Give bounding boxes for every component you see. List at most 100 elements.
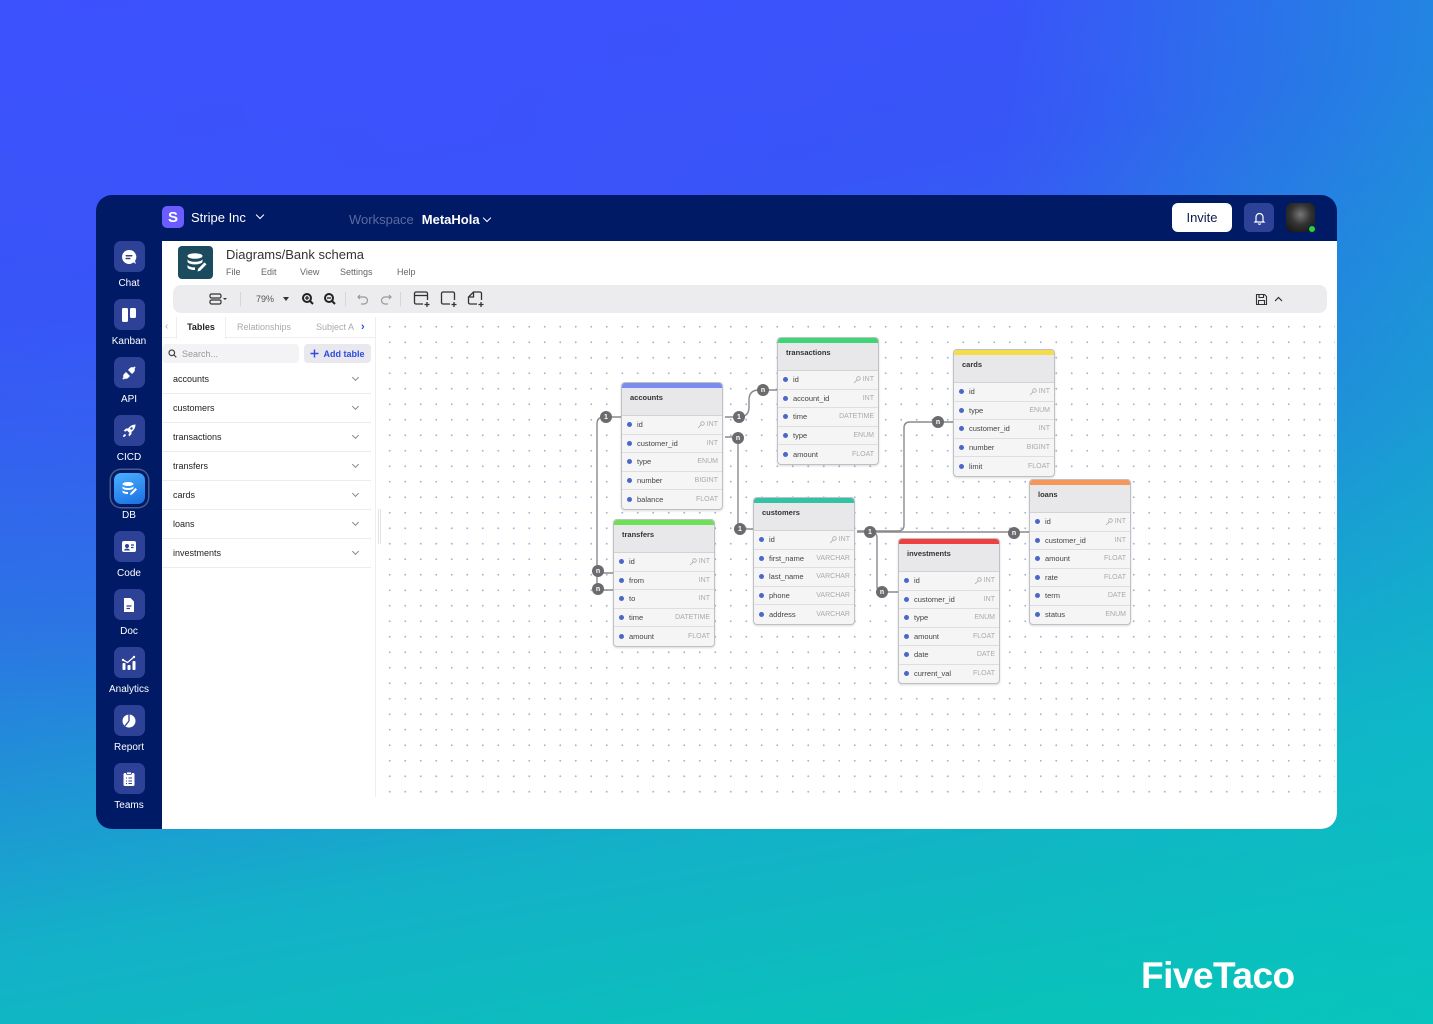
er-field-row[interactable]: rate FLOAT — [1030, 569, 1130, 587]
field-handle-dot[interactable] — [1035, 593, 1040, 599]
table-list-item[interactable]: accounts — [162, 365, 371, 394]
er-table-transactions[interactable]: transactions id INT account_id INT time DATETI… — [777, 337, 879, 465]
field-handle-dot[interactable] — [1035, 519, 1040, 525]
field-handle-dot[interactable] — [627, 422, 632, 428]
er-field-row[interactable]: amount FLOAT — [1030, 550, 1130, 569]
field-handle-dot[interactable] — [759, 537, 764, 543]
nav-item-chat[interactable]: Chat — [96, 241, 162, 289]
user-avatar[interactable] — [1286, 203, 1316, 233]
field-handle-dot[interactable] — [959, 463, 964, 469]
chevron-down-icon[interactable] — [351, 547, 360, 556]
field-handle-dot[interactable] — [959, 407, 964, 413]
field-handle-dot[interactable] — [627, 459, 632, 465]
field-handle-dot[interactable] — [1035, 537, 1040, 543]
er-field-row[interactable]: id INT — [778, 371, 878, 390]
er-field-row[interactable]: customer_id INT — [899, 591, 999, 609]
er-field-row[interactable]: status ENUM — [1030, 606, 1130, 625]
er-field-row[interactable]: first_name VARCHAR — [754, 550, 854, 568]
er-field-row[interactable]: type ENUM — [778, 427, 878, 445]
field-handle-dot[interactable] — [783, 377, 788, 383]
field-handle-dot[interactable] — [959, 426, 964, 432]
nav-item-report[interactable]: Report — [96, 705, 162, 753]
chevron-down-icon[interactable] — [351, 518, 360, 527]
er-field-row[interactable]: phone VARCHAR — [754, 587, 854, 605]
er-table-investments[interactable]: investments id INT customer_id INT type ENUM am… — [898, 538, 1000, 684]
nav-item-analytics[interactable]: Analytics — [96, 647, 162, 695]
tab-subject-areas[interactable]: Subject Areas — [316, 317, 354, 338]
field-handle-dot[interactable] — [759, 592, 764, 598]
nav-item-api[interactable]: API — [96, 357, 162, 405]
er-field-row[interactable]: last_name VARCHAR — [754, 568, 854, 587]
er-field-row[interactable]: customer_id INT — [954, 420, 1054, 439]
field-handle-dot[interactable] — [759, 555, 764, 561]
er-field-row[interactable]: current_val FLOAT — [899, 665, 999, 684]
field-handle-dot[interactable] — [904, 671, 909, 677]
field-handle-dot[interactable] — [959, 444, 964, 450]
er-field-row[interactable]: id INT — [614, 553, 714, 572]
nav-item-code[interactable]: Code — [96, 531, 162, 579]
er-field-row[interactable]: address VARCHAR — [754, 605, 854, 624]
field-handle-dot[interactable] — [1035, 574, 1040, 580]
er-field-row[interactable]: from INT — [614, 572, 714, 590]
nav-item-kanban[interactable]: Kanban — [96, 299, 162, 347]
add-table-tool-button[interactable] — [413, 290, 431, 308]
field-handle-dot[interactable] — [619, 633, 624, 639]
field-handle-dot[interactable] — [627, 477, 632, 483]
er-field-row[interactable]: time DATETIME — [778, 408, 878, 427]
er-field-row[interactable]: balance FLOAT — [622, 490, 722, 509]
field-handle-dot[interactable] — [904, 578, 909, 584]
add-note-tool-button[interactable] — [467, 290, 485, 308]
er-table-cards[interactable]: cards id INT type ENUM customer_id INT number BI… — [953, 349, 1055, 477]
table-list-item[interactable]: cards — [162, 481, 371, 510]
tab-relationships[interactable]: Relationships — [237, 317, 307, 338]
nav-item-doc[interactable]: Doc — [96, 589, 162, 637]
tabs-scroll-right-button[interactable]: › — [361, 317, 371, 338]
chevron-down-icon[interactable] — [351, 402, 360, 411]
er-field-row[interactable]: number BIGINT — [622, 472, 722, 490]
add-table-button[interactable]: Add table — [304, 344, 371, 363]
chevron-down-icon[interactable] — [351, 460, 360, 469]
field-handle-dot[interactable] — [904, 633, 909, 639]
save-button[interactable] — [1255, 290, 1268, 308]
zoom-in-button[interactable] — [302, 290, 314, 308]
er-field-row[interactable]: id INT — [954, 383, 1054, 402]
er-field-row[interactable]: account_id INT — [778, 390, 878, 408]
table-list-item[interactable]: transactions — [162, 423, 371, 452]
notifications-button[interactable] — [1244, 203, 1274, 232]
er-field-row[interactable]: id INT — [622, 416, 722, 435]
er-field-row[interactable]: number BIGINT — [954, 439, 1054, 457]
field-handle-dot[interactable] — [619, 596, 624, 602]
chevron-down-icon[interactable] — [351, 373, 360, 382]
field-handle-dot[interactable] — [904, 596, 909, 602]
table-list-item[interactable]: loans — [162, 510, 371, 539]
er-field-row[interactable]: id INT — [1030, 513, 1130, 532]
field-handle-dot[interactable] — [904, 652, 909, 658]
table-list-item[interactable]: investments — [162, 539, 371, 568]
invite-button[interactable]: Invite — [1172, 203, 1232, 232]
nav-item-db[interactable]: DB — [96, 473, 162, 521]
er-field-row[interactable]: id INT — [899, 572, 999, 591]
chevron-down-icon[interactable] — [351, 431, 360, 440]
er-field-row[interactable]: customer_id INT — [622, 435, 722, 453]
field-handle-dot[interactable] — [904, 615, 909, 621]
tab-tables[interactable]: Tables — [176, 317, 226, 339]
er-field-row[interactable]: date DATE — [899, 646, 999, 665]
er-field-row[interactable]: id INT — [754, 531, 854, 550]
chevron-down-icon[interactable] — [351, 489, 360, 498]
field-handle-dot[interactable] — [627, 440, 632, 446]
menu-help[interactable]: Help — [397, 267, 416, 277]
workspace-dropdown[interactable]: MetaHola — [422, 212, 491, 227]
field-handle-dot[interactable] — [783, 414, 788, 420]
collapse-toolbar-button[interactable] — [1274, 290, 1283, 308]
nav-item-cicd[interactable]: CICD — [96, 415, 162, 463]
er-field-row[interactable]: type ENUM — [954, 402, 1054, 420]
er-table-accounts[interactable]: accounts id INT customer_id INT type ENUM numbe… — [621, 382, 723, 510]
field-handle-dot[interactable] — [759, 611, 764, 617]
menu-view[interactable]: View — [300, 267, 340, 277]
org-switcher[interactable]: S Stripe Inc — [162, 206, 265, 228]
layout-menu-button[interactable] — [209, 290, 227, 308]
table-list-item[interactable]: transfers — [162, 452, 371, 481]
er-field-row[interactable]: time DATETIME — [614, 609, 714, 627]
field-handle-dot[interactable] — [627, 496, 632, 502]
field-handle-dot[interactable] — [619, 559, 624, 565]
